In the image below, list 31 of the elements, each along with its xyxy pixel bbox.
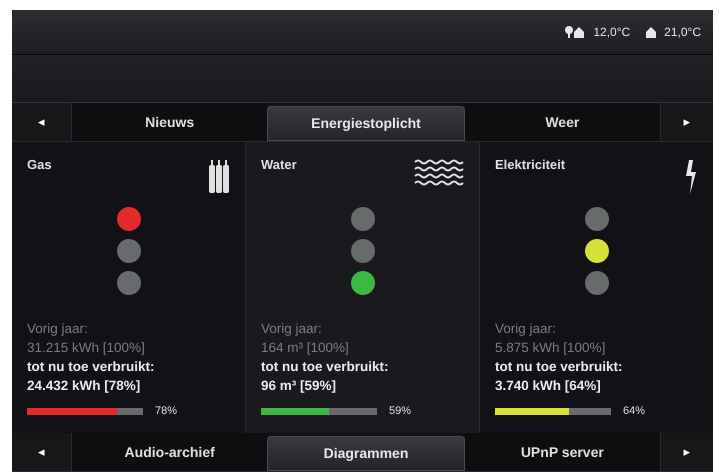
waves-icon bbox=[414, 159, 464, 187]
panel-title: Elektriciteit bbox=[495, 156, 566, 174]
house-icon bbox=[646, 26, 656, 38]
lightning-icon bbox=[684, 159, 698, 195]
used-value: 3.740 kWh [64%] bbox=[495, 377, 602, 395]
gas-cylinders-icon bbox=[208, 159, 230, 193]
last-year-value: 5.875 kWh [100%] bbox=[495, 339, 606, 357]
used-value: 96 m³ [59%] bbox=[261, 377, 338, 395]
used-label: tot nu toe verbruikt: bbox=[261, 358, 390, 376]
tree-and-house-icon bbox=[565, 26, 586, 38]
next-arrow-button[interactable]: ▸ bbox=[660, 103, 713, 141]
last-year-label: Vorig jaar: bbox=[27, 320, 89, 338]
panel-title: Gas bbox=[27, 156, 52, 174]
tab[interactable]: Energiestoplicht bbox=[267, 106, 465, 141]
used-label: tot nu toe verbruikt: bbox=[495, 358, 624, 376]
percentage: 78% bbox=[155, 404, 178, 419]
last-year-label: Vorig jaar: bbox=[261, 320, 323, 338]
last-year-value: 31.215 kWh [100%] bbox=[27, 339, 146, 357]
percentage: 64% bbox=[623, 404, 646, 419]
indoor-temperature: 21,0°C bbox=[664, 24, 701, 41]
panel-title: Water bbox=[261, 156, 297, 174]
used-label: tot nu toe verbruikt: bbox=[27, 358, 156, 376]
percentage: 59% bbox=[389, 404, 412, 419]
previous-arrow-button[interactable]: ◂ bbox=[12, 103, 72, 141]
next-arrow-button[interactable]: ▸ bbox=[660, 433, 713, 471]
last-year-label: Vorig jaar: bbox=[495, 320, 557, 338]
used-value: 24.432 kWh [78%] bbox=[27, 377, 142, 395]
tab[interactable]: Diagrammen bbox=[267, 436, 465, 471]
outdoor-temperature: 12,0°C bbox=[593, 24, 630, 41]
previous-arrow-button[interactable]: ◂ bbox=[12, 433, 72, 471]
last-year-value: 164 m³ [100%] bbox=[261, 339, 350, 357]
